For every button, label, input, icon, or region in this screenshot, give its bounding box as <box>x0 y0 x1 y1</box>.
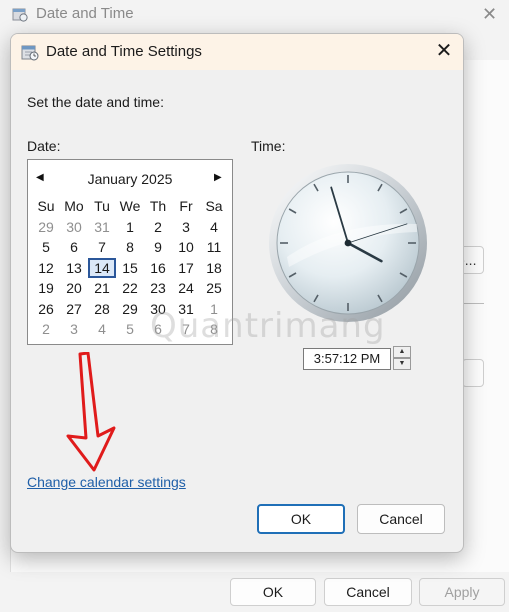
calendar-day[interactable]: 11 <box>200 237 228 258</box>
calendar-day[interactable]: 23 <box>144 278 172 299</box>
calendar-week-row: 19 20 21 22 23 24 25 <box>32 278 228 299</box>
change-calendar-settings-link[interactable]: Change calendar settings <box>27 474 186 490</box>
parent-apply-button[interactable]: Apply <box>419 578 505 606</box>
calendar-day[interactable]: 16 <box>144 258 172 279</box>
parent-field[interactable] <box>462 359 484 387</box>
date-label: Date: <box>27 138 61 154</box>
calendar-day[interactable]: 21 <box>88 278 116 299</box>
weekday-header: Su <box>37 198 55 214</box>
cancel-button[interactable]: Cancel <box>357 504 445 534</box>
spin-up-icon[interactable]: ▲ <box>393 346 411 358</box>
calendar-day[interactable]: 3 <box>172 217 200 238</box>
calendar-day-selected[interactable]: 14 <box>88 257 116 278</box>
calendar-day[interactable]: 2 <box>32 319 60 340</box>
ok-button[interactable]: OK <box>257 504 345 534</box>
watermark-text: Quantrimang <box>150 306 386 346</box>
calendar-day[interactable]: 27 <box>60 299 88 320</box>
weekday-header: Fr <box>179 198 193 214</box>
calendar-day[interactable]: 2 <box>144 217 172 238</box>
calendar-day[interactable]: 19 <box>32 278 60 299</box>
calendar-day[interactable]: 5 <box>32 237 60 258</box>
dialog-title: Date and Time Settings <box>46 43 202 60</box>
calendar-day[interactable]: 13 <box>60 258 88 279</box>
calendar-day[interactable]: 3 <box>60 319 88 340</box>
weekday-header: We <box>119 198 141 214</box>
calendar-day[interactable]: 4 <box>200 217 228 238</box>
calendar-day[interactable]: 12 <box>32 258 60 279</box>
weekday-header: Sa <box>205 198 223 214</box>
calendar-day[interactable]: 17 <box>172 258 200 279</box>
parent-close-icon[interactable]: ✕ <box>482 4 497 25</box>
parent-ok-button[interactable]: OK <box>230 578 316 606</box>
date-time-settings-dialog: Date and Time Settings ✕ Set the date an… <box>10 33 464 553</box>
calendar-day[interactable]: 18 <box>200 258 228 279</box>
weekday-header: Tu <box>94 198 110 214</box>
calendar-day[interactable]: 26 <box>32 299 60 320</box>
calendar-day[interactable]: 10 <box>172 237 200 258</box>
weekday-header: Mo <box>64 198 84 214</box>
parent-divider <box>462 303 484 304</box>
calendar-day[interactable]: 1 <box>116 217 144 238</box>
time-spinner: ▲ ▼ <box>393 346 411 370</box>
calendar-week-row: 5 6 7 8 9 10 11 <box>32 237 228 258</box>
calendar-day[interactable]: 29 <box>116 299 144 320</box>
calendar-week-row: 29 30 31 1 2 3 4 <box>32 217 228 238</box>
time-label: Time: <box>251 138 286 154</box>
calendar-day[interactable]: 29 <box>32 217 60 238</box>
calendar-day[interactable]: 15 <box>116 258 144 279</box>
calendar-day[interactable]: 28 <box>88 299 116 320</box>
calendar-day[interactable]: 25 <box>200 278 228 299</box>
parent-window-title: Date and Time <box>36 5 134 22</box>
next-month-icon[interactable]: ▶ <box>214 173 224 183</box>
date-time-icon <box>21 45 39 61</box>
calendar-day[interactable]: 31 <box>88 217 116 238</box>
calendar-week-row: 12 13 14 15 16 17 18 <box>32 257 228 279</box>
calendar-day[interactable]: 4 <box>88 319 116 340</box>
clock-center-pin <box>344 239 352 247</box>
calendar-day[interactable]: 7 <box>88 237 116 258</box>
date-time-app-icon <box>12 8 28 22</box>
calendar-day[interactable]: 5 <box>116 319 144 340</box>
time-input[interactable]: 3:57:12 PM <box>303 348 391 370</box>
red-arrow-annotation <box>66 352 116 472</box>
parent-titlebar: Date and Time ✕ <box>0 0 509 30</box>
dialog-titlebar: Date and Time Settings ✕ <box>11 34 463 70</box>
calendar-day[interactable]: 20 <box>60 278 88 299</box>
calendar-month-title[interactable]: January 2025 <box>28 171 232 187</box>
analog-clock <box>269 164 427 322</box>
calendar-day[interactable]: 22 <box>116 278 144 299</box>
calendar-day[interactable]: 24 <box>172 278 200 299</box>
instruction-text: Set the date and time: <box>27 94 164 110</box>
calendar-day[interactable]: 30 <box>60 217 88 238</box>
spin-down-icon[interactable]: ▼ <box>393 358 411 370</box>
weekday-header: Th <box>149 198 167 214</box>
parent-cancel-button[interactable]: Cancel <box>324 578 412 606</box>
calendar-day[interactable]: 8 <box>116 237 144 258</box>
weekday-header-row: Su Mo Tu We Th Fr Sa <box>32 196 228 217</box>
close-icon[interactable]: ✕ <box>431 38 457 64</box>
calendar-day[interactable]: 9 <box>144 237 172 258</box>
calendar-day[interactable]: 6 <box>60 237 88 258</box>
